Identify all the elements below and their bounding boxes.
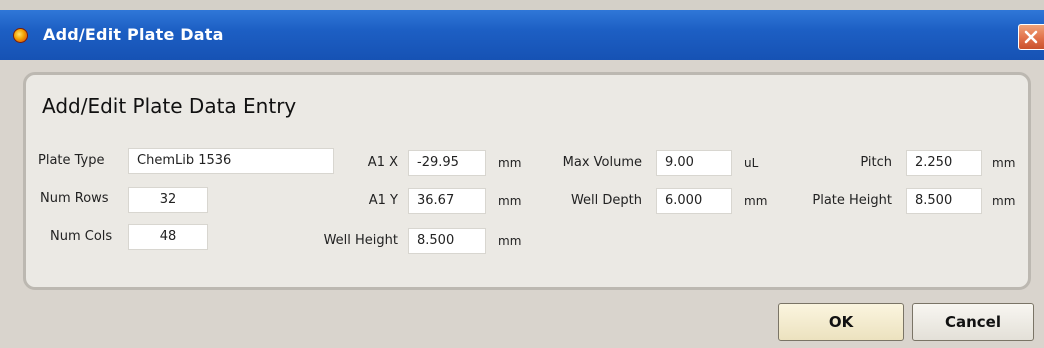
plate-height-unit: mm xyxy=(992,194,1016,208)
well-depth-label: Well Depth xyxy=(570,193,642,208)
well-height-field[interactable]: 8.500 xyxy=(408,228,486,254)
a1y-unit: mm xyxy=(498,194,522,208)
max-volume-unit: uL xyxy=(744,156,759,170)
num-cols-label: Num Cols xyxy=(50,229,113,244)
well-height-unit: mm xyxy=(498,234,522,248)
well-depth-unit: mm xyxy=(744,194,768,208)
a1x-field[interactable]: -29.95 xyxy=(408,150,486,176)
a1x-label: A1 X xyxy=(367,155,398,170)
plate-height-label: Plate Height xyxy=(812,193,892,208)
num-rows-field[interactable]: 32 xyxy=(128,187,208,213)
window-title: Add/Edit Plate Data xyxy=(43,25,224,44)
max-volume-field[interactable]: 9.00 xyxy=(656,150,732,176)
pitch-field[interactable]: 2.250 xyxy=(906,150,982,176)
num-cols-field[interactable]: 48 xyxy=(128,224,208,250)
form-heading: Add/Edit Plate Data Entry xyxy=(42,94,297,118)
close-button[interactable] xyxy=(1018,24,1044,50)
a1x-unit: mm xyxy=(498,156,522,170)
a1y-label: A1 Y xyxy=(368,193,398,208)
max-volume-label: Max Volume xyxy=(562,155,642,170)
num-rows-label: Num Rows xyxy=(40,191,109,206)
well-depth-field[interactable]: 6.000 xyxy=(656,188,732,214)
plate-type-field[interactable]: ChemLib 1536 xyxy=(128,148,334,174)
plate-type-label: Plate Type xyxy=(38,153,105,168)
plate-height-field[interactable]: 8.500 xyxy=(906,188,982,214)
well-height-label: Well Height xyxy=(323,233,398,248)
title-bar[interactable]: Add/Edit Plate Data xyxy=(0,10,1044,60)
a1y-field[interactable]: 36.67 xyxy=(408,188,486,214)
cancel-button[interactable]: Cancel xyxy=(912,303,1034,341)
close-icon xyxy=(1024,30,1038,44)
dialog-window: Add/Edit Plate Data Add/Edit Plate Data … xyxy=(0,0,1044,348)
app-icon xyxy=(13,28,28,43)
pitch-unit: mm xyxy=(992,156,1016,170)
ok-button[interactable]: OK xyxy=(778,303,904,341)
pitch-label: Pitch xyxy=(860,155,892,170)
